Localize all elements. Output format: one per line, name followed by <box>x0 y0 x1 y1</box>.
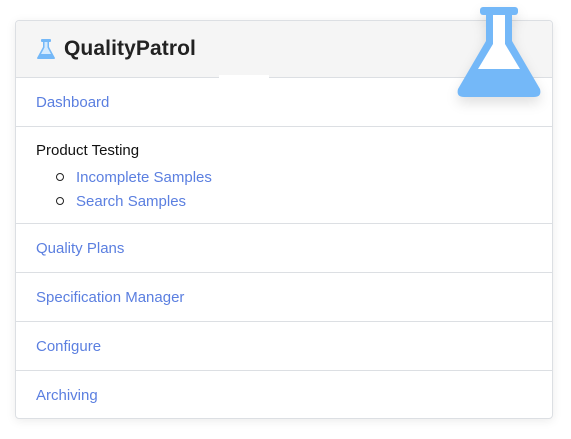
flask-logo-icon <box>457 7 541 97</box>
configure-link[interactable]: Configure <box>36 338 101 355</box>
flask-icon <box>36 38 56 60</box>
menu-item-archiving: Archiving <box>16 371 552 420</box>
specification-manager-link[interactable]: Specification Manager <box>36 289 184 306</box>
menu-item-configure: Configure <box>16 322 552 371</box>
quality-plans-link[interactable]: Quality Plans <box>36 240 124 257</box>
sidebar-menu: Dashboard Product Testing Incomplete Sam… <box>16 78 552 420</box>
bullet-icon <box>56 197 64 205</box>
archiving-link[interactable]: Archiving <box>36 387 98 404</box>
product-testing-sublist: Incomplete Samples Search Samples <box>36 165 532 213</box>
dashboard-link[interactable]: Dashboard <box>36 94 109 111</box>
menu-group-product-testing: Product Testing Incomplete Samples Searc… <box>16 127 552 224</box>
menu-item-quality-plans: Quality Plans <box>16 224 552 273</box>
navigation-card: QualityPatrol Dashboard Product Testing … <box>15 7 553 420</box>
sub-item-search-samples: Search Samples <box>56 189 532 213</box>
brand-title: QualityPatrol <box>64 37 196 60</box>
header-notch <box>219 75 269 78</box>
product-testing-heading: Product Testing <box>36 142 140 159</box>
incomplete-samples-link[interactable]: Incomplete Samples <box>76 169 212 186</box>
bullet-icon <box>56 173 64 181</box>
menu-item-specification-manager: Specification Manager <box>16 273 552 322</box>
search-samples-link[interactable]: Search Samples <box>76 193 186 210</box>
sub-item-incomplete-samples: Incomplete Samples <box>56 165 532 189</box>
